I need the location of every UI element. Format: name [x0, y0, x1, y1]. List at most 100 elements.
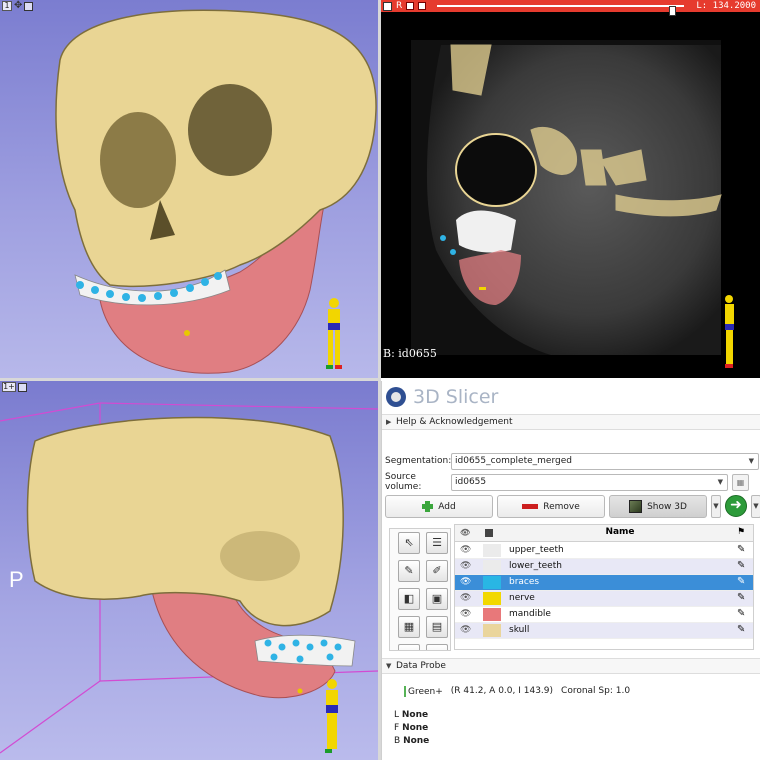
threshold-tool-icon[interactable]: ☰: [426, 532, 448, 554]
data-probe-toggle[interactable]: ▼ Data Probe: [382, 658, 760, 674]
segmentation-selector[interactable]: id0655_complete_merged ▼: [451, 452, 759, 470]
view-number-label: 1+: [2, 382, 16, 392]
view-controller-bar: 1 ✥: [0, 0, 34, 12]
segment-color-swatch[interactable]: [483, 608, 501, 621]
pencil-icon[interactable]: ✎: [737, 544, 745, 555]
segment-name[interactable]: mandible: [509, 609, 551, 619]
color-header-icon: [485, 529, 493, 537]
maximize-view-icon[interactable]: [418, 2, 427, 10]
volume-layer-label: B: id0655: [383, 347, 437, 360]
segment-row-upper-teeth[interactable]: 👁 upper_teeth ✎: [455, 543, 753, 559]
segment-row-skull[interactable]: 👁 skull ✎: [455, 623, 753, 639]
3d-view-bottom[interactable]: 1+ P: [0, 381, 378, 760]
geometry-settings-button[interactable]: ▦: [732, 473, 749, 491]
level-tracing-icon[interactable]: ▣: [426, 588, 448, 610]
paint-tool-icon[interactable]: ✎: [398, 560, 420, 582]
link-icon[interactable]: [406, 2, 415, 10]
skull-render-top: [55, 9, 377, 374]
margin-tool-icon[interactable]: ▤: [426, 616, 448, 638]
segment-row-lower-teeth[interactable]: 👁 lower_teeth ✎: [455, 559, 753, 575]
nerve-render: [297, 688, 303, 694]
layer-letter: B: [394, 736, 401, 746]
remove-segment-button[interactable]: Remove: [497, 495, 605, 518]
pin-icon[interactable]: [383, 1, 392, 11]
segment-editor-panel: 3D Slicer ▶ Help & Acknowledgement Segme…: [381, 381, 760, 760]
islands-tool-icon[interactable]: ◈: [398, 644, 420, 650]
maximize-view-icon[interactable]: [18, 382, 27, 392]
segment-color-swatch[interactable]: [483, 576, 501, 589]
eye-socket-right: [188, 84, 272, 176]
show3d-button-label: Show 3D: [647, 501, 687, 512]
draw-tool-icon[interactable]: ✐: [426, 560, 448, 582]
segment-row-braces[interactable]: 👁 braces ✎: [455, 575, 753, 591]
segment-color-swatch[interactable]: [483, 592, 501, 605]
view-divider-horizontal[interactable]: [0, 378, 381, 381]
add-segment-button[interactable]: Add: [385, 495, 493, 518]
cube-icon: [629, 500, 643, 513]
data-probe-label: Data Probe: [396, 661, 446, 671]
orientation-marker: [326, 298, 342, 369]
probe-layer-b: B None: [394, 735, 429, 748]
slice-offset-handle[interactable]: [669, 6, 676, 16]
app-title: 3D Slicer: [413, 385, 499, 408]
export-options-button[interactable]: ▼: [751, 495, 760, 518]
pencil-icon[interactable]: ✎: [737, 608, 745, 619]
grow-from-seeds-icon[interactable]: ▦: [398, 616, 420, 638]
visibility-eye-icon[interactable]: 👁: [460, 577, 471, 587]
segment-color-swatch[interactable]: [483, 624, 501, 637]
layer-value: None: [401, 710, 429, 720]
layer-value: None: [402, 723, 429, 733]
eye-socket-left: [100, 112, 176, 208]
view-controller-bar: 1+: [0, 381, 27, 393]
visibility-eye-icon[interactable]: 👁: [460, 625, 471, 635]
probe-layer-f: F None: [394, 722, 429, 735]
slice-view-red[interactable]: R L: 134.2000 B: id0655: [381, 0, 760, 378]
chevron-down-icon: ▼: [748, 456, 754, 465]
source-volume-selector[interactable]: id0655 ▼: [451, 473, 728, 491]
export-arrow-button[interactable]: ➜: [725, 495, 747, 517]
help-section-toggle[interactable]: ▶ Help & Acknowledgement: [382, 414, 760, 430]
slice-view-name: R: [396, 1, 403, 11]
layer-letter: L: [394, 710, 400, 720]
plus-icon: [422, 501, 434, 512]
probe-spacing: Coronal Sp: 1.0: [561, 686, 631, 696]
pencil-icon[interactable]: ✎: [737, 576, 745, 587]
chevron-down-icon: ▼: [386, 662, 392, 670]
name-column-header[interactable]: Name: [509, 527, 731, 537]
segment-color-swatch[interactable]: [483, 560, 501, 573]
segment-row-mandible[interactable]: 👁 mandible ✎: [455, 607, 753, 623]
segment-name[interactable]: upper_teeth: [509, 545, 564, 555]
orientation-marker: [325, 679, 338, 753]
pin-icon[interactable]: ✥: [14, 1, 22, 11]
chevron-down-icon: ▼: [717, 477, 723, 486]
erase-tool-icon[interactable]: ◧: [398, 588, 420, 610]
visibility-eye-icon[interactable]: 👁: [460, 561, 471, 571]
layer-letter: F: [394, 723, 400, 733]
segment-name[interactable]: nerve: [509, 593, 535, 603]
show-3d-button[interactable]: Show 3D: [609, 495, 707, 518]
pencil-icon[interactable]: ✎: [737, 624, 745, 635]
pencil-icon[interactable]: ✎: [737, 592, 745, 603]
show-3d-options-button[interactable]: ▼: [711, 495, 721, 518]
visibility-eye-icon[interactable]: 👁: [460, 593, 471, 603]
visibility-eye-icon[interactable]: 👁: [460, 545, 471, 555]
select-arrow-icon[interactable]: ⇖: [398, 532, 420, 554]
remove-button-label: Remove: [543, 501, 580, 512]
visibility-eye-icon[interactable]: 👁: [460, 609, 471, 619]
orientation-label: P: [9, 567, 24, 592]
visibility-header-icon[interactable]: 👁: [460, 528, 470, 537]
logical-operators-icon[interactable]: ◫: [426, 644, 448, 650]
view-number-label: 1: [2, 1, 12, 11]
braces-overlay: [440, 235, 446, 241]
maximize-view-icon[interactable]: [24, 1, 34, 11]
3d-view-top[interactable]: 1 ✥: [0, 0, 378, 378]
pencil-icon[interactable]: ✎: [737, 560, 745, 571]
status-flag-icon[interactable]: ⚑: [737, 527, 745, 537]
source-volume-value: id0655: [455, 477, 487, 487]
segment-color-swatch[interactable]: [483, 544, 501, 557]
segment-name[interactable]: braces: [509, 577, 539, 587]
segment-name[interactable]: skull: [509, 625, 529, 635]
slice-offset-slider[interactable]: [437, 5, 684, 16]
segment-name[interactable]: lower_teeth: [509, 561, 562, 571]
segment-row-nerve[interactable]: 👁 nerve ✎: [455, 591, 753, 607]
